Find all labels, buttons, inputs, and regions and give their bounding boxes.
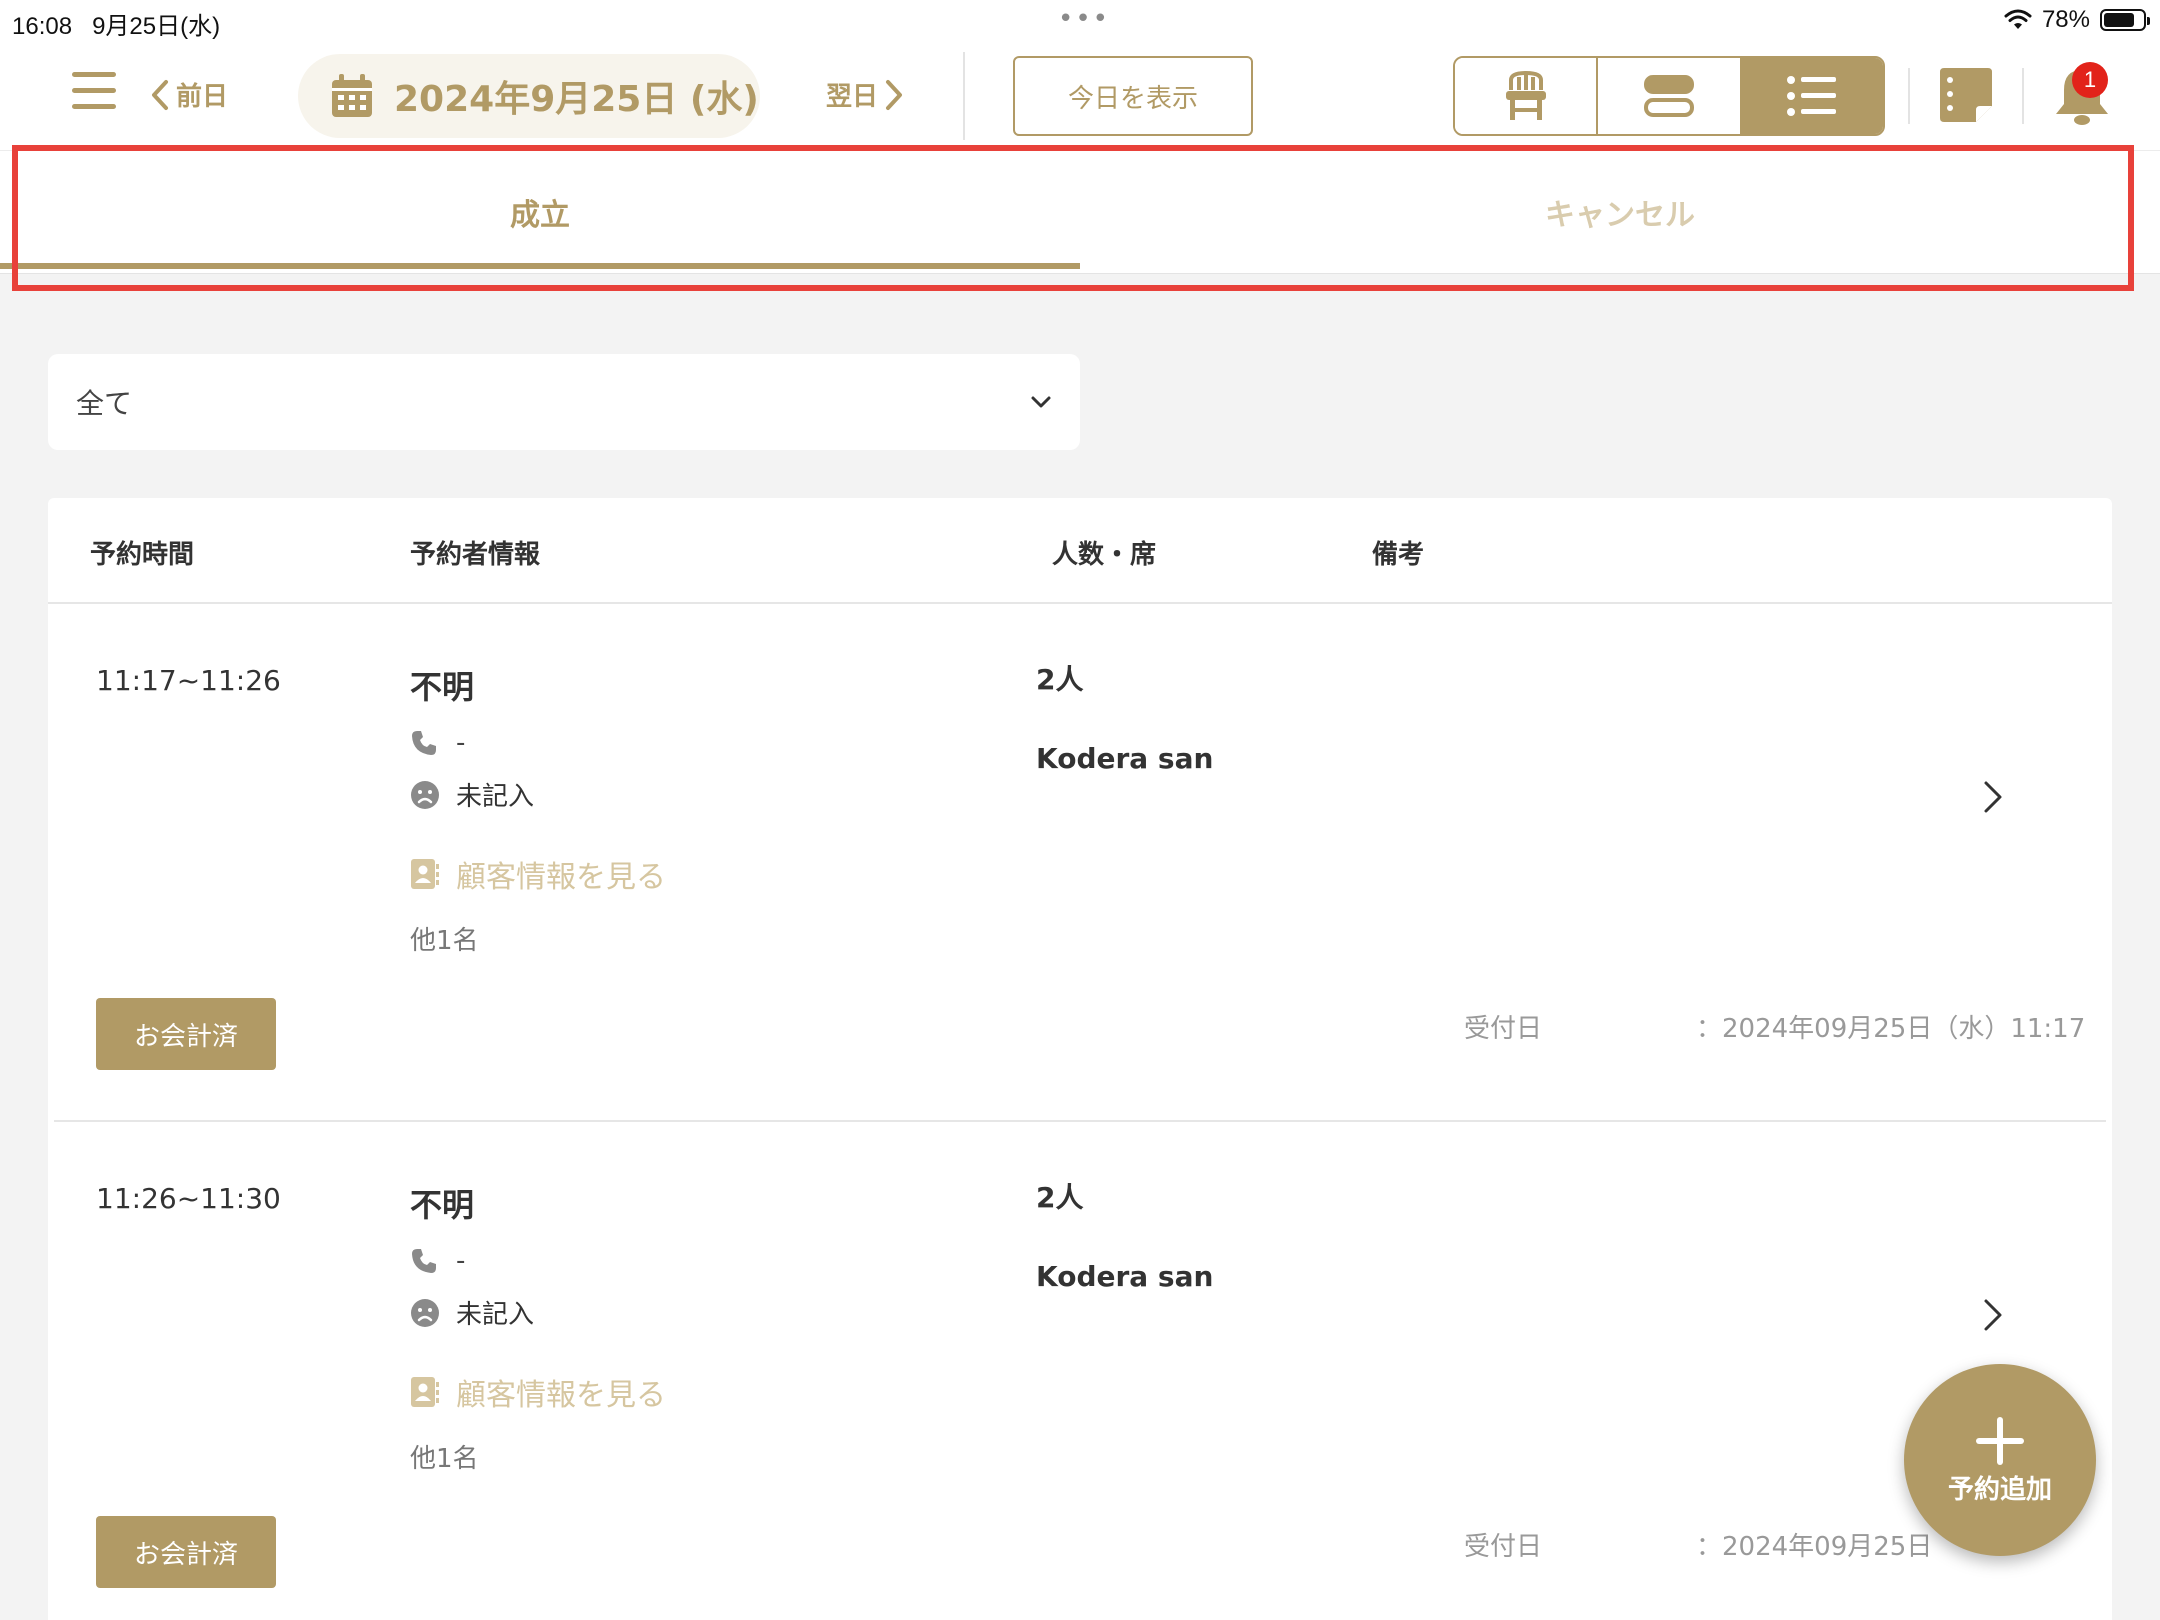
tab-cancelled[interactable]: キャンセル [1080,151,2160,273]
companions-count: 他1名 [410,1444,479,1474]
calendar-icon [332,74,372,117]
filter-select[interactable]: 全て [48,354,1080,450]
received-date-label: 受付日 [1464,1532,1543,1562]
reservation-time: 11:17~11:26 [96,664,281,697]
add-reservation-button[interactable]: 予約追加 [1904,1364,2096,1556]
column-header-time: 予約時間 [90,540,195,570]
chevron-right-icon[interactable] [1982,780,2004,814]
seat-view-button[interactable] [1455,58,1599,134]
party-size: 2人 [1036,1181,1084,1214]
sad-face-icon [411,1298,439,1327]
status-indicators: 78% [2004,6,2150,34]
seat-name: Kodera san [1036,1260,1214,1293]
multitasking-dots[interactable]: ••• [1058,4,1110,34]
chevron-right-icon[interactable] [1982,1298,2004,1332]
next-day-button[interactable]: 翌日 [826,76,904,113]
menu-button[interactable] [72,72,116,112]
reservation-table: 予約時間 予約者情報 人数・席 備考 11:17~11:26 不明 - 未記入 … [48,498,2112,1620]
filter-value: 全て [76,387,133,420]
visit-status-line: 未記入 [410,776,534,813]
view-customer-info-label: 顧客情報を見る [456,860,666,895]
sad-face-icon [411,780,439,809]
table-row[interactable]: 11:26~11:30 不明 - 未記入 顧客情報を見る 他1名 2人 Kode… [48,1122,2112,1620]
app-header: 前日 2024年9月25日 (水) 翌日 今日を表示 1 [0,42,2160,150]
payment-status-badge[interactable]: お会計済 [96,1516,276,1588]
view-mode-toggle [1453,56,1885,136]
column-header-booker: 予約者情報 [410,540,541,570]
current-date: 2024年9月25日 (水) [394,79,759,120]
prev-day-label: 前日 [176,82,229,112]
column-header-notes: 備考 [1372,540,1425,570]
phone-number: - [456,1246,466,1276]
view-customer-info-label: 顧客情報を見る [456,1378,666,1413]
view-customer-info-link[interactable]: 顧客情報を見る [410,1370,666,1414]
next-day-label: 翌日 [826,82,879,112]
visit-status-line: 未記入 [410,1294,534,1331]
received-date-value: ：2024年09月25日 [1696,1532,1933,1562]
battery-percent: 78% [2041,6,2090,33]
status-tabs: 成立 キャンセル [0,150,2160,274]
booker-name: 不明 [410,668,475,706]
battery-icon [2100,9,2150,31]
notification-badge: 1 [2072,62,2108,98]
chevron-left-icon [152,79,168,110]
visit-status: 未記入 [456,1300,535,1330]
seat-name: Kodera san [1036,742,1214,775]
header-divider [1908,68,1910,124]
memo-icon [1940,68,1992,122]
column-header-people-seat: 人数・席 [1052,540,1157,570]
received-date-label: 受付日 [1464,1014,1543,1044]
list-icon [1787,76,1837,116]
status-time: 16:08 9月25日(水) [12,13,221,40]
reservation-time: 11:26~11:30 [96,1182,281,1215]
phone-number: - [456,728,466,758]
prev-day-button[interactable]: 前日 [150,76,228,113]
header-divider [2022,68,2024,124]
chevron-right-icon [886,79,903,110]
show-today-button[interactable]: 今日を表示 [1013,56,1253,136]
companions-count: 他1名 [410,926,479,956]
table-row[interactable]: 11:17~11:26 不明 - 未記入 顧客情報を見る 他1名 2人 Kode… [48,604,2112,1122]
phone-icon [412,1249,436,1273]
timeline-icon [1643,75,1694,117]
plus-icon [1976,1416,2024,1465]
payment-status-badge[interactable]: お会計済 [96,998,276,1070]
status-bar: 16:08 9月25日(水) ••• 78% [0,0,2160,42]
wifi-icon [2004,9,2032,29]
date-picker[interactable]: 2024年9月25日 (水) [298,54,760,138]
phone-line: - [410,728,465,758]
memo-button[interactable] [1936,66,1996,126]
list-view-button[interactable] [1741,58,1883,134]
phone-icon [412,731,436,755]
chair-icon [1505,70,1546,120]
view-customer-info-link[interactable]: 顧客情報を見る [410,852,666,896]
contact-card-icon [411,1377,439,1407]
menu-icon [72,72,116,77]
header-divider [963,52,965,140]
tab-confirmed[interactable]: 成立 [0,151,1080,273]
timeline-view-button[interactable] [1598,58,1742,134]
phone-line: - [410,1246,465,1276]
party-size: 2人 [1036,663,1084,696]
table-header: 予約時間 予約者情報 人数・席 備考 [48,498,2112,604]
add-reservation-label: 予約追加 [1947,1474,2052,1505]
booker-name: 不明 [410,1186,475,1224]
visit-status: 未記入 [456,782,535,812]
chevron-down-icon [1031,396,1051,408]
contact-card-icon [411,859,439,889]
received-date-value: ：2024年09月25日（水）11:17 [1696,1014,2086,1044]
